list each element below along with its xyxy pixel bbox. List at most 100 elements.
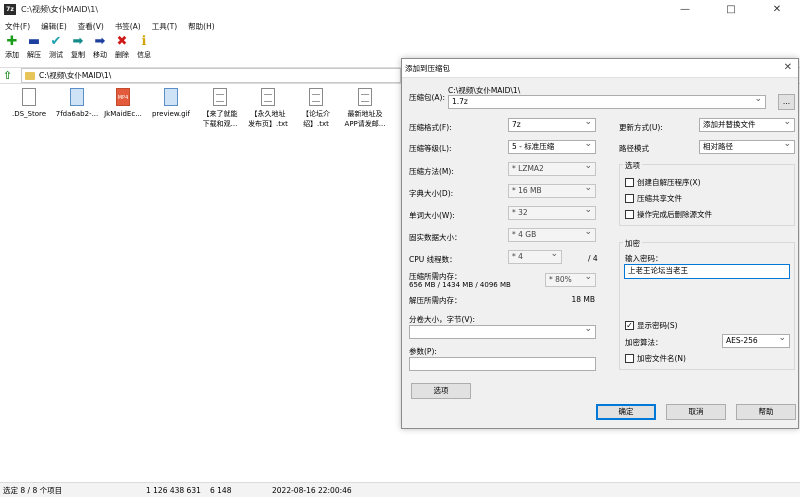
format-label: 压缩格式(F): — [409, 123, 452, 132]
menu-help[interactable]: 帮助(H) — [188, 21, 215, 32]
extract-label: 解压 — [27, 51, 41, 59]
word-combo[interactable]: * 32 — [508, 204, 596, 220]
text-file-icon — [309, 88, 323, 106]
document-icon — [22, 88, 36, 106]
encrypt-names-label: 加密文件名(N) — [637, 354, 686, 363]
checkbox-box — [625, 210, 634, 219]
add-button[interactable]: ✚ 添加 — [2, 34, 22, 64]
encryption-method-label: 加密算法： — [625, 338, 663, 347]
create-sfx-checkbox[interactable]: 创建自解压程序(X) — [625, 177, 701, 188]
extract-button[interactable]: ▬ 解压 — [24, 34, 44, 64]
menu-bar: 文件(F) 编辑(E) 查看(V) 书签(A) 工具(T) 帮助(H) — [0, 19, 800, 33]
checkbox-box — [625, 178, 634, 187]
checkbox-box — [625, 194, 634, 203]
move-button[interactable]: ➡ 移动 — [90, 34, 110, 64]
copy-button[interactable]: ➡ 复制 — [68, 34, 88, 64]
file-item[interactable]: preview.gif — [146, 88, 196, 119]
text-file-icon — [261, 88, 275, 106]
status-packed-size: 6 148 — [210, 485, 232, 495]
show-password-checkbox[interactable]: ✓ 显示密码(S) — [625, 320, 678, 331]
browse-button[interactable]: ... — [778, 94, 795, 110]
file-name: preview.gif — [151, 110, 191, 118]
file-item[interactable]: .DS_Store — [4, 88, 54, 119]
file-name: JkMaidEc... — [104, 110, 142, 118]
help-button[interactable]: 帮助 — [736, 404, 796, 420]
archive-label: 压缩包(A): — [409, 93, 446, 102]
path-mode-combo[interactable]: 相对路径 — [699, 138, 795, 154]
update-mode-label: 更新方式(U): — [619, 123, 663, 132]
check-icon: ✔ — [50, 34, 62, 49]
menu-bookmarks[interactable]: 书签(A) — [115, 21, 141, 32]
dict-label: 字典大小(D): — [409, 189, 454, 198]
file-item[interactable]: 最新地址及 APP请发邮... — [340, 88, 390, 129]
params-input[interactable] — [409, 357, 596, 371]
maximize-icon[interactable]: □ — [708, 0, 754, 19]
format-combo[interactable]: 7z — [508, 116, 596, 132]
encryption-group-title: 加密 — [623, 238, 642, 249]
file-name: 7fda6ab2-... — [55, 110, 99, 118]
update-mode-combo[interactable]: 添加并替换文件 — [699, 116, 795, 132]
delete-button[interactable]: ✖ 删除 — [112, 34, 132, 64]
close-icon[interactable]: ✕ — [754, 0, 800, 19]
status-selected: 选定 8 / 8 个项目 — [3, 485, 63, 495]
cancel-button[interactable]: 取消 — [666, 404, 726, 420]
plus-icon: ✚ — [6, 34, 18, 49]
path-mode-label: 路径模式 — [619, 144, 649, 153]
archive-name-combo[interactable]: 1.7z — [448, 93, 766, 109]
cpu-total: / 4 — [588, 254, 598, 263]
menu-view[interactable]: 查看(V) — [78, 21, 104, 32]
address-field[interactable]: C:\视频\女仆MAID\1\ — [21, 68, 401, 83]
address-path: C:\视频\女仆MAID\1\ — [39, 71, 112, 80]
delete-after-checkbox[interactable]: 操作完成后删除源文件 — [625, 209, 712, 220]
test-label: 测试 — [49, 51, 63, 59]
dict-combo[interactable]: * 16 MB — [508, 182, 596, 198]
minimize-icon[interactable]: — — [662, 0, 708, 19]
split-combo[interactable] — [409, 323, 596, 339]
password-label: 输入密码： — [625, 254, 663, 263]
window-title: C:\视频\女仆MAID\1\ — [21, 5, 99, 14]
params-label: 参数(P): — [409, 347, 437, 356]
move-label: 移动 — [93, 51, 107, 59]
shared-files-checkbox[interactable]: 压缩共享文件 — [625, 193, 682, 204]
app-icon: 7z — [4, 4, 16, 15]
text-file-icon — [213, 88, 227, 106]
create-sfx-label: 创建自解压程序(X) — [637, 178, 701, 187]
password-input[interactable]: 上老王论坛当老王 — [624, 264, 790, 279]
memory-percent-combo[interactable]: * 80% — [545, 271, 596, 287]
menu-file[interactable]: 文件(F) — [5, 21, 30, 32]
delete-label: 删除 — [115, 51, 129, 59]
ok-button[interactable]: 确定 — [596, 404, 656, 420]
cpu-combo[interactable]: * 4 — [508, 248, 562, 264]
method-combo[interactable]: * LZMA2 — [508, 160, 596, 176]
file-item[interactable]: MP4 JkMaidEc... — [98, 88, 148, 119]
encrypt-names-checkbox[interactable]: 加密文件名(N) — [625, 353, 686, 364]
up-folder-icon[interactable]: ⇧ — [3, 69, 17, 82]
image-file-icon — [164, 88, 178, 106]
file-item[interactable]: 【永久地址 发布页】.txt — [243, 88, 293, 129]
info-icon: ℹ — [141, 34, 147, 49]
file-item[interactable]: 【来了就能 下载和观... — [195, 88, 245, 129]
dialog-title: 添加到压缩包 — [402, 59, 798, 78]
info-button[interactable]: ℹ 信息 — [134, 34, 154, 64]
file-name: 【论坛介 绍】.txt — [302, 110, 330, 128]
file-item[interactable]: 7fda6ab2-... — [52, 88, 102, 119]
level-combo[interactable]: 5 - 标准压缩 — [508, 138, 596, 154]
shared-files-label: 压缩共享文件 — [637, 194, 682, 203]
solid-combo[interactable]: * 4 GB — [508, 226, 596, 242]
word-label: 单词大小(W): — [409, 211, 455, 220]
show-password-label: 显示密码(S) — [637, 321, 678, 330]
file-item[interactable]: 【论坛介 绍】.txt — [291, 88, 341, 129]
copy-arrow-icon: ➡ — [72, 34, 84, 49]
dialog-close-icon[interactable]: ✕ — [784, 62, 792, 73]
memory-values: 656 MB / 1434 MB / 4096 MB — [409, 281, 511, 289]
status-modified: 2022-08-16 22:00:46 — [272, 485, 352, 495]
test-button[interactable]: ✔ 测试 — [46, 34, 66, 64]
add-label: 添加 — [5, 51, 19, 59]
checkbox-box — [625, 354, 634, 363]
menu-tools[interactable]: 工具(T) — [152, 21, 177, 32]
decompress-memory-label: 解压所需内存： — [409, 296, 462, 305]
encryption-method-combo[interactable]: AES-256 — [722, 332, 790, 348]
menu-edit[interactable]: 编辑(E) — [41, 21, 67, 32]
options-button[interactable]: 选项 — [411, 383, 471, 399]
file-name: 最新地址及 APP请发邮... — [344, 110, 386, 128]
